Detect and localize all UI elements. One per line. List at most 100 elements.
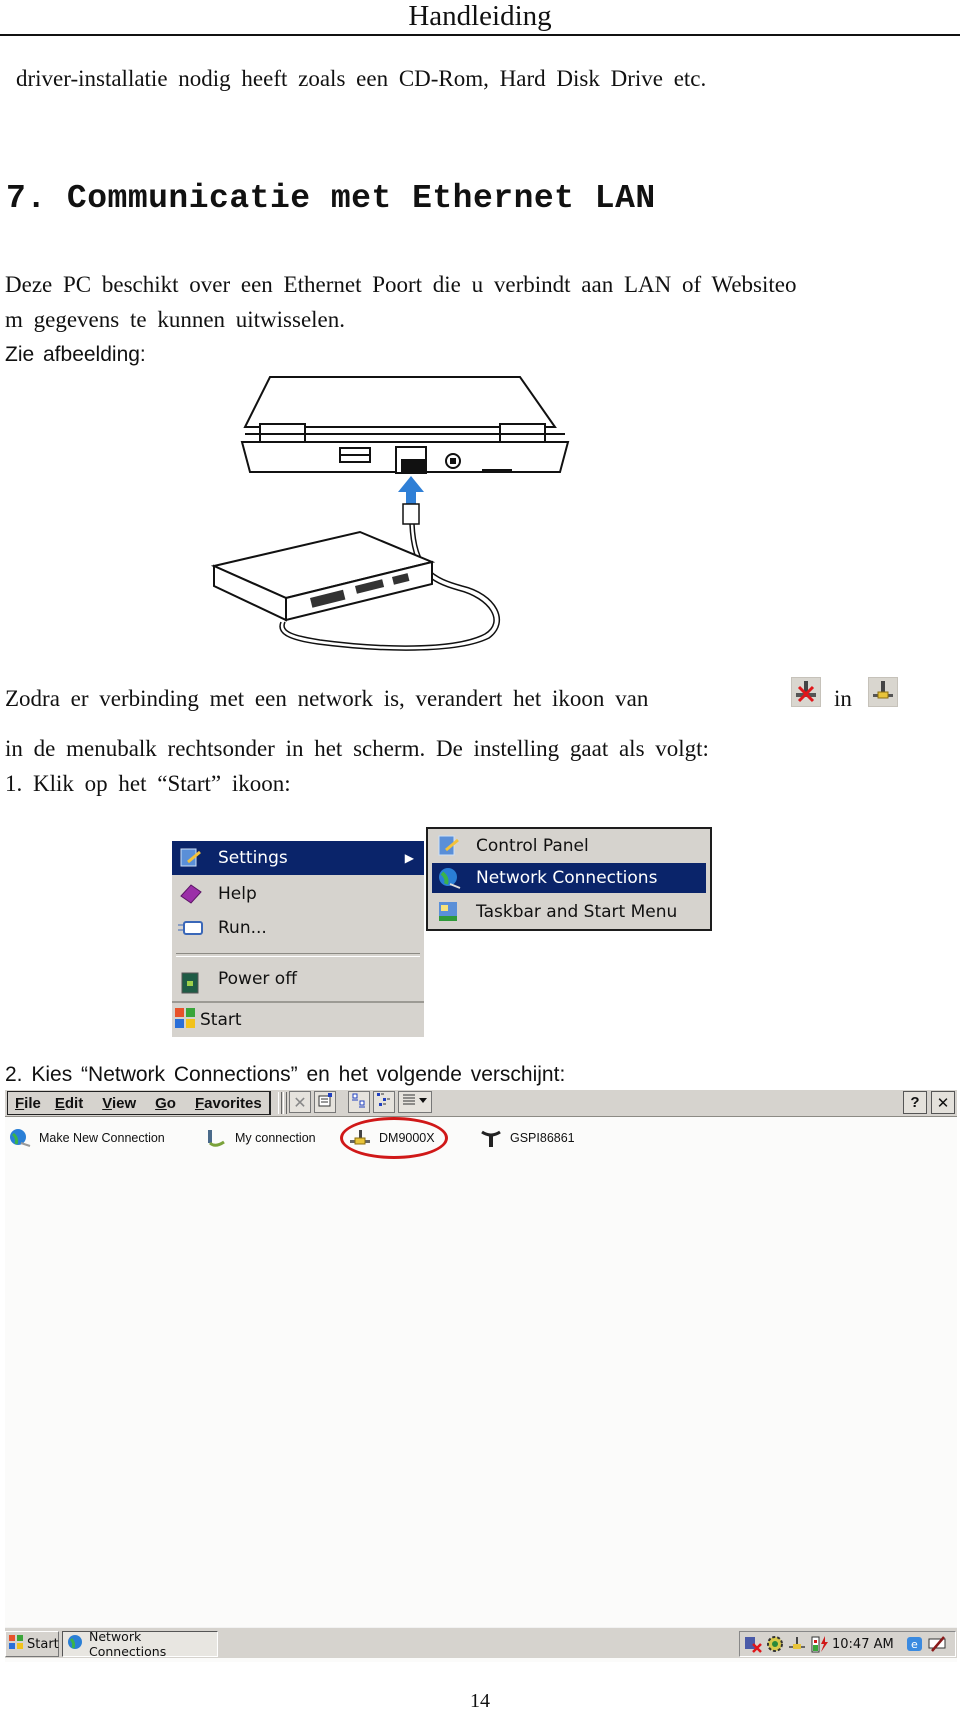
- help-button[interactable]: ?: [903, 1091, 927, 1114]
- details-view-button[interactable]: [398, 1091, 432, 1113]
- laptop-illustration: [240, 376, 570, 474]
- icon-change-paragraph-line-2: in de menubalk rechtsonder in het scherm…: [5, 736, 709, 761]
- wireless-connection-icon: [480, 1128, 502, 1148]
- run-icon: [178, 916, 204, 940]
- submenu-item-label: Network Connections: [476, 868, 658, 888]
- ie-tray-icon[interactable]: e: [906, 1635, 924, 1653]
- task-label: Network Connections: [89, 1629, 167, 1659]
- menu-group: File Edit View Go Favorites: [7, 1091, 271, 1115]
- menu-view[interactable]: View: [90, 1095, 143, 1112]
- settings-gear-tray-icon[interactable]: [766, 1635, 784, 1653]
- details-view-icon: [401, 1092, 429, 1112]
- submenu-item-label: Taskbar and Start Menu: [476, 902, 678, 922]
- submenu-item-control-panel[interactable]: Control Panel: [432, 831, 706, 861]
- network-connections-window: File Edit View Go Favorites ✕ ? ✕ Make N…: [5, 1090, 957, 1662]
- connection-make-new[interactable]: Make New Connection: [9, 1126, 165, 1150]
- properties-button[interactable]: [314, 1091, 336, 1113]
- network-disconnected-tray-icon[interactable]: [744, 1635, 762, 1653]
- taskbar-start-button[interactable]: Start: [5, 1631, 59, 1657]
- close-button[interactable]: ✕: [931, 1091, 955, 1114]
- menu-label: iew: [111, 1094, 137, 1112]
- start-menu-taskbar: Start: [172, 1001, 424, 1037]
- start-menu-item-run[interactable]: Run...: [172, 911, 424, 945]
- menu-file[interactable]: File: [8, 1095, 48, 1112]
- menu-label: avorites: [204, 1094, 262, 1112]
- start-menu-item-label: Help: [218, 884, 257, 904]
- start-menu-item-label: Run...: [218, 918, 267, 938]
- mnemonic: E: [54, 1094, 65, 1112]
- icon-change-in-word: in: [834, 686, 852, 711]
- network-device-illustration: [210, 530, 436, 622]
- close-icon: ✕: [936, 1094, 950, 1112]
- taskbar-clock[interactable]: 10:47 AM: [832, 1637, 894, 1652]
- submenu-item-taskbar-and-start-menu[interactable]: Taskbar and Start Menu: [432, 897, 706, 927]
- see-figure-caption: Zie afbeelding:: [5, 343, 146, 366]
- network-connections-icon: [67, 1634, 85, 1655]
- small-icons-view-button[interactable]: [373, 1091, 395, 1113]
- connection-label: Make New Connection: [39, 1131, 165, 1145]
- menu-edit[interactable]: Edit: [48, 1095, 90, 1112]
- start-menu-item-power-off[interactable]: Power off: [172, 959, 424, 999]
- toolbar-grip[interactable]: [278, 1092, 282, 1114]
- svg-text:e: e: [911, 1638, 918, 1651]
- start-menu-separator: [176, 953, 420, 957]
- start-menu-item-label: Settings: [218, 848, 288, 868]
- start-menu-item-label: Power off: [218, 969, 297, 989]
- taskbar: Start Network Connections 10:47 AM e: [5, 1627, 957, 1659]
- delete-button[interactable]: ✕: [289, 1091, 311, 1113]
- connection-gspi86861[interactable]: GSPI86861: [480, 1126, 575, 1150]
- menu-go[interactable]: Go: [143, 1095, 183, 1112]
- settings-submenu: Control Panel Network Connections Taskba…: [426, 827, 712, 931]
- toolbar-grip[interactable]: [283, 1092, 287, 1114]
- properties-icon: [317, 1092, 333, 1112]
- mnemonic: G: [155, 1094, 167, 1112]
- intro-paragraph-line-1: Deze PC beschikt over een Ethernet Poort…: [5, 272, 797, 297]
- start-menu-item-settings[interactable]: Settings ▶: [172, 841, 424, 875]
- make-new-connection-icon: [9, 1128, 31, 1148]
- system-tray: 10:47 AM e: [739, 1631, 956, 1657]
- help-icon: ?: [910, 1094, 920, 1111]
- mnemonic: V: [102, 1094, 112, 1112]
- control-panel-icon: [436, 834, 462, 858]
- start-menu-panel: Settings ▶ Help Run... Power off: [172, 841, 424, 1009]
- submenu-arrow-icon: ▶: [404, 851, 414, 865]
- lan-connection-figure: [210, 376, 570, 651]
- delete-icon: ✕: [293, 1092, 307, 1112]
- large-icons-view-button[interactable]: [348, 1091, 370, 1113]
- header-rule: [0, 34, 960, 36]
- section-heading: 7. Communicatie met Ethernet LAN: [6, 180, 656, 217]
- menu-favorites[interactable]: Favorites: [183, 1095, 269, 1112]
- connection-my-connection[interactable]: My connection: [205, 1126, 316, 1150]
- page-number: 14: [470, 1690, 490, 1712]
- running-header: Handleiding: [408, 0, 552, 32]
- small-icons-view-icon: [376, 1092, 392, 1112]
- taskbar-task-network-connections[interactable]: Network Connections: [62, 1629, 218, 1659]
- menu-label: dit: [64, 1094, 84, 1112]
- start-button[interactable]: Start: [172, 1005, 248, 1035]
- menu-label: o: [166, 1094, 176, 1112]
- ethernet-connected-tray-icon[interactable]: [788, 1635, 806, 1653]
- connection-label: My connection: [235, 1131, 316, 1145]
- submenu-item-network-connections[interactable]: Network Connections: [432, 863, 706, 893]
- intro-paragraph-line-2: m gegevens te kunnen uitwisselen.: [5, 307, 346, 332]
- start-button-label: Start: [200, 1010, 242, 1030]
- input-panel-tray-icon[interactable]: [928, 1635, 946, 1653]
- battery-charging-tray-icon[interactable]: [810, 1635, 830, 1653]
- connection-label: GSPI86861: [510, 1131, 575, 1145]
- icon-change-paragraph-line-1: Zodra er verbinding met een network is, …: [5, 686, 649, 711]
- menu-label: ile: [24, 1094, 41, 1112]
- start-menu-screenshot: Settings ▶ Help Run... Power off Start C…: [172, 825, 720, 1037]
- network-disconnected-icon: [791, 677, 821, 707]
- network-connections-icon: [436, 866, 462, 890]
- dialup-connection-icon: [205, 1128, 227, 1148]
- start-menu-item-help[interactable]: Help: [172, 877, 424, 911]
- submenu-item-label: Control Panel: [476, 836, 589, 856]
- mnemonic: F: [194, 1094, 205, 1112]
- step-2-instruction: 2. Kies “Network Connections” en het vol…: [5, 1063, 566, 1086]
- step-1-instruction: 1. Klik op het “Start” ikoon:: [5, 771, 291, 796]
- menu-bar: File Edit View Go Favorites ✕ ? ✕: [5, 1090, 957, 1117]
- windows-logo-icon: [8, 1634, 24, 1654]
- windows-logo-icon: [174, 1007, 196, 1034]
- connection-arrow: [398, 476, 424, 504]
- power-off-icon: [178, 967, 204, 994]
